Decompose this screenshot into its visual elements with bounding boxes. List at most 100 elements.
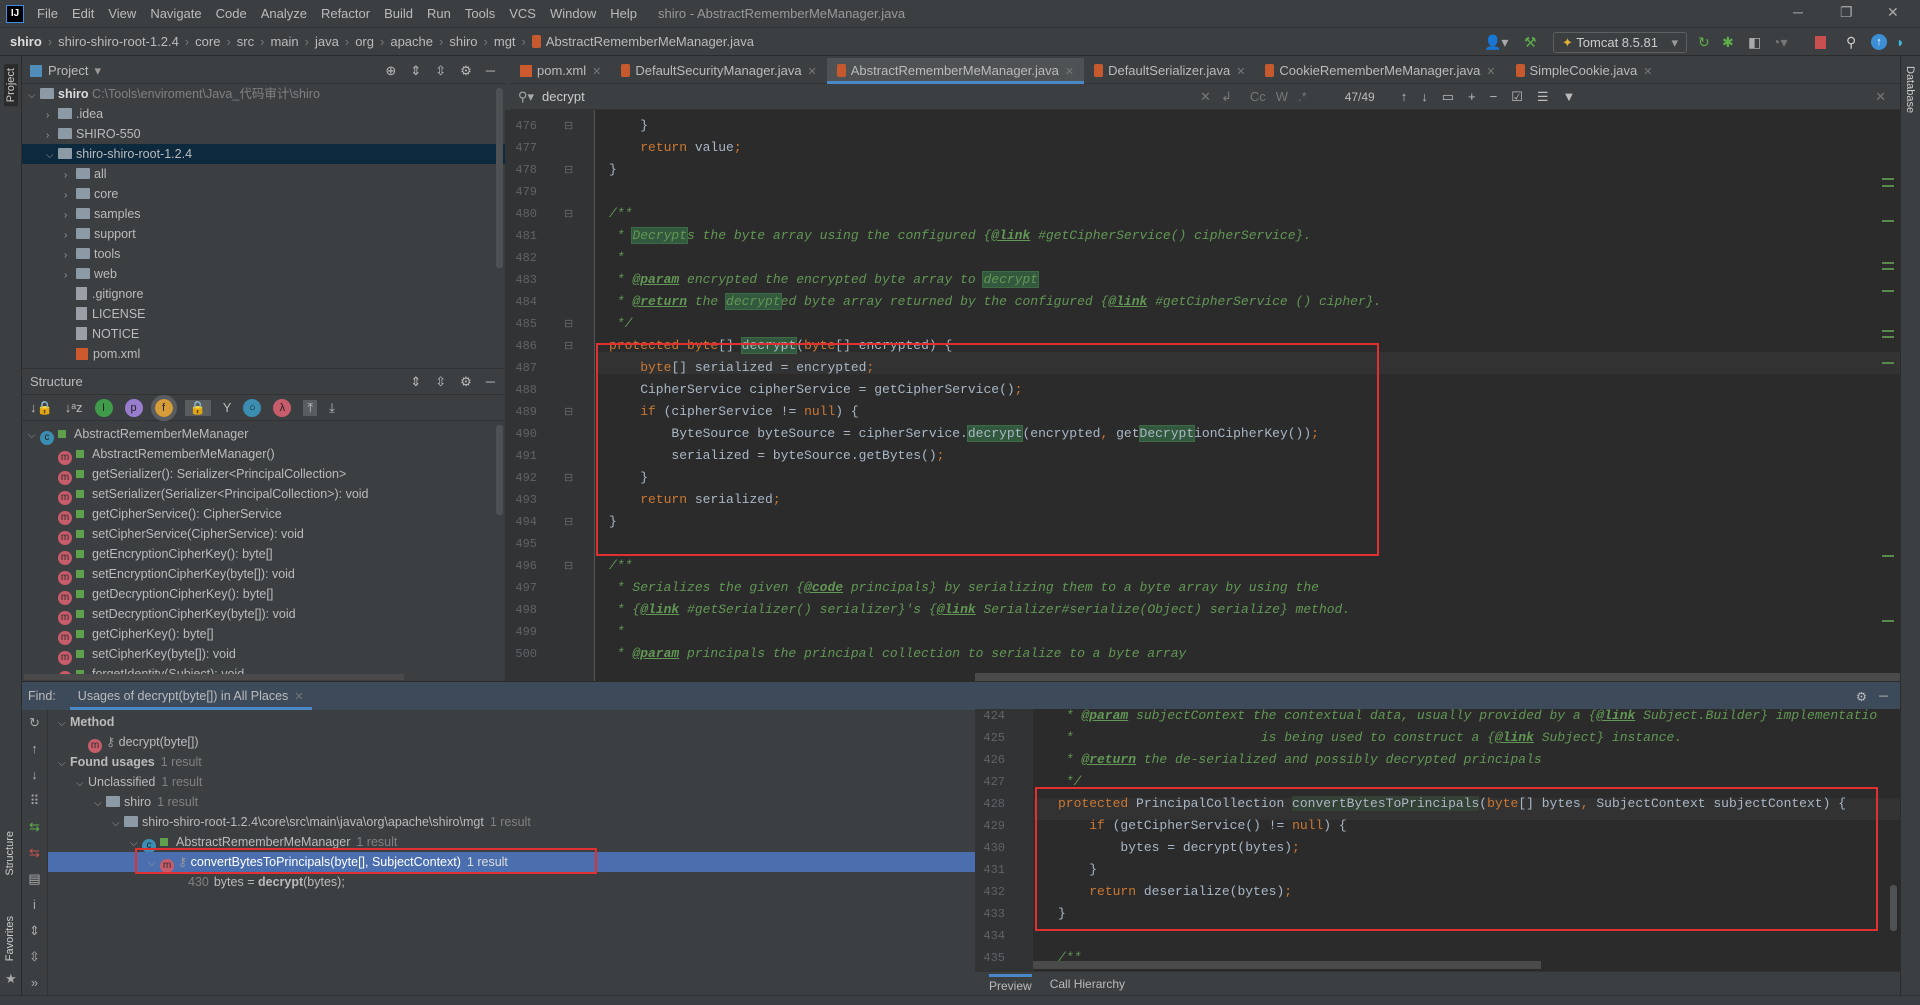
menu-window[interactable]: Window: [543, 6, 603, 21]
project-tree-item[interactable]: LICENSE: [22, 304, 505, 324]
preview-h-scrollbar[interactable]: [1033, 961, 1541, 969]
menu-code[interactable]: Code: [209, 6, 254, 21]
project-tree-item[interactable]: › .idea: [22, 104, 505, 124]
close-tab-icon[interactable]: ✕: [1643, 66, 1652, 78]
project-tree-item[interactable]: › SHIRO-550: [22, 124, 505, 144]
structure-member[interactable]: m getSerializer(): Serializer<PrincipalCo…: [22, 464, 505, 485]
fold-marker-icon[interactable]: ⊟: [564, 471, 573, 484]
collapse-all-icon[interactable]: ⇳: [435, 63, 446, 79]
project-tree-item[interactable]: › web: [22, 264, 505, 284]
structure-member[interactable]: m setCipherService(CipherService): void: [22, 524, 505, 545]
structure-h-scrollbar[interactable]: [24, 674, 404, 680]
close-find-icon[interactable]: ✕: [1875, 89, 1886, 105]
menu-help[interactable]: Help: [603, 6, 644, 21]
close-tab-icon[interactable]: ✕: [808, 66, 817, 78]
find-tree-item[interactable]: ⌵ Found usages 1 result: [48, 752, 975, 772]
expand-all-icon[interactable]: ⇕: [22, 918, 47, 944]
project-tree-item[interactable]: › support: [22, 224, 505, 244]
autoscroll-from-source-icon[interactable]: ⤓: [329, 400, 335, 416]
show-read-access-icon[interactable]: ⇆: [22, 840, 47, 866]
preview-v-scrollbar[interactable]: [1890, 885, 1897, 931]
project-tree-item[interactable]: .gitignore: [22, 284, 505, 304]
structure-member[interactable]: m setSerializer(Serializer<PrincipalColle…: [22, 484, 505, 505]
show-fields-icon[interactable]: f: [150, 394, 177, 421]
structure-member[interactable]: m getCipherService(): CipherService: [22, 504, 505, 525]
menu-analyze[interactable]: Analyze: [254, 6, 314, 21]
info-icon[interactable]: i: [22, 892, 47, 918]
breadcrumb-item[interactable]: AbstractRememberMeManager.java: [531, 34, 754, 49]
search-input[interactable]: [542, 89, 1193, 104]
add-selection-icon[interactable]: +: [1468, 89, 1476, 105]
previous-occurrence-icon[interactable]: ↑: [22, 736, 47, 762]
show-interfaces-icon[interactable]: ○: [243, 398, 262, 417]
show-properties-icon[interactable]: p: [124, 398, 143, 417]
sort-alpha-icon[interactable]: ↓ᵃz: [65, 400, 83, 415]
show-non-public-icon[interactable]: 🔒: [184, 399, 211, 416]
rerun-icon[interactable]: ↻: [1698, 34, 1710, 51]
build-hammer-icon[interactable]: ⚒: [1524, 34, 1537, 51]
fold-marker-icon[interactable]: ⊟: [564, 317, 573, 330]
hide-icon[interactable]: ─: [486, 374, 495, 390]
collapse-all-icon[interactable]: ⇳: [435, 374, 446, 390]
fold-marker-icon[interactable]: ⊟: [564, 405, 573, 418]
menu-vcs[interactable]: VCS: [502, 6, 543, 21]
structure-tool-tab[interactable]: Structure: [4, 831, 16, 876]
menu-build[interactable]: Build: [377, 6, 420, 21]
gear-icon[interactable]: ⚙: [460, 374, 472, 390]
menu-navigate[interactable]: Navigate: [143, 6, 208, 21]
fold-marker-icon[interactable]: ⊟: [564, 207, 573, 220]
search-option-regex[interactable]: .*: [1298, 89, 1307, 104]
structure-class[interactable]: ⌵ c AbstractRememberMeManager: [22, 424, 505, 445]
breadcrumb-item[interactable]: src: [237, 34, 254, 49]
breadcrumb-item[interactable]: shiro: [10, 34, 42, 49]
menu-run[interactable]: Run: [420, 6, 458, 21]
menu-file[interactable]: File: [30, 6, 65, 21]
group-by-file-icon[interactable]: ▤: [22, 866, 47, 892]
menu-edit[interactable]: Edit: [65, 6, 101, 21]
fold-marker-icon[interactable]: ⊟: [564, 163, 573, 176]
find-tree-item[interactable]: ⌵ m ⚷ convertBytesToPrincipals(byte[], Sub…: [48, 852, 975, 873]
toolbox-icon[interactable]: ◗: [1896, 34, 1904, 50]
next-occurrence-icon[interactable]: ↓: [1421, 89, 1428, 105]
structure-member[interactable]: m getCipherKey(): byte[]: [22, 624, 505, 645]
sort-by-visibility-icon[interactable]: ↓🔒: [30, 400, 53, 416]
coverage-icon[interactable]: ◧: [1748, 34, 1761, 51]
breadcrumb-item[interactable]: shiro: [449, 34, 477, 49]
hide-icon[interactable]: ─: [486, 63, 495, 79]
toggle-selection-icon[interactable]: ☑: [1511, 89, 1523, 105]
show-inherited-icon[interactable]: I: [94, 398, 113, 417]
maximize-icon[interactable]: ❐: [1840, 4, 1853, 21]
run-config-dropdown[interactable]: ✦ Tomcat 8.5.81 ▾: [1553, 32, 1687, 53]
tab-preview[interactable]: Preview: [989, 974, 1032, 993]
remove-selection-icon[interactable]: −: [1490, 89, 1498, 105]
search-icon[interactable]: ⚲▾: [518, 89, 534, 105]
navigate-to-usage-icon[interactable]: ⇆: [22, 814, 47, 840]
rerun-search-icon[interactable]: ↻: [22, 710, 47, 736]
usage-line[interactable]: 430 bytes = decrypt(bytes);: [188, 872, 345, 892]
expand-all-icon[interactable]: ⇕: [410, 374, 421, 390]
project-tool-tab[interactable]: Project: [4, 64, 18, 107]
close-tab-icon[interactable]: ✕: [1486, 66, 1495, 78]
tab-defaultserializer-java[interactable]: DefaultSerializer.java ✕: [1084, 58, 1255, 84]
gear-icon[interactable]: ⚙: [460, 63, 472, 79]
structure-member[interactable]: m AbstractRememberMeManager(): [22, 444, 505, 465]
fold-marker-icon[interactable]: ⊟: [564, 515, 573, 528]
breadcrumb-item[interactable]: main: [270, 34, 298, 49]
next-occurrence-icon[interactable]: ↓: [22, 762, 47, 788]
structure-member[interactable]: m getEncryptionCipherKey(): byte[]: [22, 544, 505, 565]
gear-icon[interactable]: ⚙: [1856, 689, 1867, 704]
structure-member[interactable]: m setCipherKey(byte[]): void: [22, 644, 505, 665]
tab-call-hierarchy[interactable]: Call Hierarchy: [1050, 977, 1125, 991]
group-by-icon[interactable]: ⠿: [22, 788, 47, 814]
chevron-down-icon[interactable]: ▾: [94, 63, 101, 79]
fold-marker-icon[interactable]: ⊟: [564, 119, 573, 132]
structure-member[interactable]: m getDecryptionCipherKey(): byte[]: [22, 584, 505, 605]
stop-icon[interactable]: [1815, 36, 1826, 49]
filter-lines-icon[interactable]: ☰: [1537, 89, 1549, 105]
search-option-match-case[interactable]: Cc: [1250, 89, 1266, 104]
breadcrumb-item[interactable]: org: [355, 34, 374, 49]
structure-member[interactable]: m setDecryptionCipherKey(byte[]): void: [22, 604, 505, 625]
filter-icon[interactable]: ▼: [1563, 89, 1576, 105]
update-icon[interactable]: ↑: [1871, 34, 1887, 50]
project-tree-item[interactable]: › all: [22, 164, 505, 184]
